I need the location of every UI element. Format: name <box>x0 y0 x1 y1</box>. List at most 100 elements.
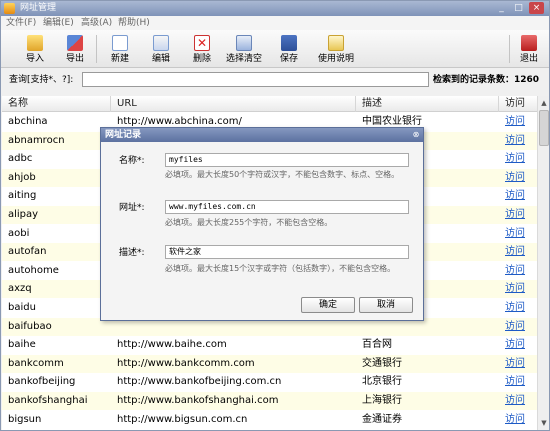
cell-url: http://www.bankofbeijing.com.cn <box>117 376 282 388</box>
edit-label: 编辑 <box>151 54 170 64</box>
visit-link[interactable]: 访问 <box>499 206 537 224</box>
dialog-title: 网址记录 <box>105 130 142 140</box>
delete-label: 删除 <box>192 54 211 64</box>
dialog-close-icon[interactable]: ⊗ <box>410 129 422 141</box>
cell-name: baidu <box>8 302 36 313</box>
column-header-desc[interactable]: 描述 <box>356 96 499 112</box>
table-row[interactable]: bankofshanghai http://www.bankofshanghai.… <box>2 392 537 410</box>
toolbar-separator <box>96 35 97 63</box>
import-button[interactable]: 导入 <box>21 33 49 65</box>
cancel-button[interactable]: 取消 <box>359 297 413 313</box>
cell-name: axzq <box>8 283 32 295</box>
visit-link[interactable]: 访问 <box>499 411 537 429</box>
visit-link[interactable]: 访问 <box>499 318 537 336</box>
visit-link[interactable]: 访问 <box>499 299 537 317</box>
visit-link[interactable]: 访问 <box>499 187 537 205</box>
search-input[interactable] <box>82 72 429 87</box>
cell-name: adbc <box>8 153 33 165</box>
vertical-scrollbar[interactable]: ▲ ▼ <box>537 96 549 430</box>
import-label: 导入 <box>25 54 44 64</box>
menu-bar: 文件(F) 编辑(E) 高级(A) 帮助(H) <box>1 16 549 30</box>
column-header-url[interactable]: URL <box>111 96 356 112</box>
edit-button[interactable]: 编辑 <box>147 33 175 65</box>
help-button[interactable]: 使用说明 <box>315 33 357 65</box>
visit-link[interactable]: 访问 <box>499 132 537 150</box>
save-button[interactable]: 保存 <box>275 33 303 65</box>
cell-desc: 北京银行 <box>362 376 402 388</box>
menu-edit[interactable]: 编辑(E) <box>43 17 74 29</box>
app-window: 网址管理 _ □ × 文件(F) 编辑(E) 高级(A) 帮助(H) 导入 导出… <box>0 0 550 431</box>
floppy-disk-icon <box>281 35 297 51</box>
ok-button[interactable]: 确定 <box>301 297 355 313</box>
delete-icon: ✕ <box>194 35 210 51</box>
cell-name: abchina <box>8 116 48 127</box>
cell-desc: 上海银行 <box>362 395 402 406</box>
scroll-up-arrow-icon[interactable]: ▲ <box>539 97 549 109</box>
cell-url: http://www.baihe.com <box>117 339 227 351</box>
visit-link[interactable]: 访问 <box>499 243 537 261</box>
column-header-name[interactable]: 名称 <box>2 96 111 112</box>
scroll-down-arrow-icon[interactable]: ▼ <box>539 417 549 429</box>
table-row[interactable]: bankcomm http://www.bankcomm.com 交通银行 访问 <box>2 354 537 373</box>
select-clear-button[interactable]: 选择清空 <box>223 33 265 65</box>
visit-link[interactable]: 访问 <box>499 355 537 373</box>
window-title: 网址管理 <box>20 3 57 13</box>
minimize-button[interactable]: _ <box>494 2 509 14</box>
help-label: 使用说明 <box>317 54 354 64</box>
toolbar-separator <box>509 35 510 63</box>
url-record-dialog: 网址记录 ⊗ 名称*: myfiles 必填项。最大长度50个字符或汉字，不能包… <box>100 127 424 321</box>
cell-name: bankofshanghai <box>8 395 88 406</box>
table-row[interactable]: bigsun http://www.bigsun.com.cn 金通证券 访问 <box>2 411 537 429</box>
maximize-button[interactable]: □ <box>511 2 526 14</box>
toolbar: 导入 导出 新建 编辑 ✕ 删除 选择清空 保存 使用说明 退出 <box>1 30 549 68</box>
new-button[interactable]: 新建 <box>106 33 134 65</box>
url-field[interactable]: www.myfiles.com.cn <box>165 200 409 214</box>
menu-help[interactable]: 帮助(H) <box>118 17 150 29</box>
folder-open-icon <box>27 35 43 51</box>
table-row[interactable]: baihe http://www.baihe.com 百合网 访问 <box>2 336 537 354</box>
table-row[interactable]: bankofbeijing http://www.bankofbeijing.co… <box>2 373 537 391</box>
name-field[interactable]: myfiles <box>165 153 409 167</box>
visit-link[interactable]: 访问 <box>499 225 537 243</box>
name-field-hint: 必填项。最大长度50个字符或汉字，不能包含数字、标点、空格。 <box>165 170 400 179</box>
new-label: 新建 <box>110 54 129 64</box>
cell-name: autohome <box>8 264 59 276</box>
cell-name: abnamrocn <box>8 134 65 146</box>
scroll-thumb[interactable] <box>539 110 549 146</box>
name-field-label: 名称*: <box>119 156 145 166</box>
cell-name: autofan <box>8 246 47 258</box>
menu-file[interactable]: 文件(F) <box>6 17 36 29</box>
visit-link[interactable]: 访问 <box>499 373 537 391</box>
cell-name: aiting <box>8 190 37 202</box>
record-count: 检索到的记录条数：1260 <box>433 75 540 85</box>
visit-link[interactable]: 访问 <box>499 169 537 187</box>
cell-name: alipay <box>8 209 39 220</box>
cell-desc: 交通银行 <box>362 357 402 369</box>
cell-name: baifubao <box>8 320 52 332</box>
url-field-hint: 必填项。最大长度255个字符，不能包含空格。 <box>165 218 333 227</box>
app-logo-icon <box>4 3 15 14</box>
desc-field-label: 描述*: <box>119 248 145 258</box>
export-label: 导出 <box>65 54 84 64</box>
visit-link[interactable]: 访问 <box>499 392 537 410</box>
column-header-visit[interactable]: 访问 <box>499 96 537 112</box>
broom-icon <box>236 35 252 51</box>
cell-url: http://www.bankofshanghai.com <box>117 395 279 406</box>
menu-advanced[interactable]: 高级(A) <box>81 17 112 29</box>
visit-link[interactable]: 访问 <box>499 150 537 168</box>
visit-link[interactable]: 访问 <box>499 113 537 131</box>
visit-link[interactable]: 访问 <box>499 262 537 280</box>
visit-link[interactable]: 访问 <box>499 280 537 298</box>
table-header: 名称 URL 描述 访问 <box>2 96 537 112</box>
desc-field[interactable]: 软件之家 <box>165 245 409 259</box>
exit-label: 退出 <box>519 54 538 64</box>
cell-name: baihe <box>8 339 36 351</box>
title-bar: 网址管理 _ □ × <box>1 1 549 16</box>
exit-button[interactable]: 退出 <box>515 33 543 65</box>
close-window-button[interactable]: × <box>529 2 544 14</box>
delete-button[interactable]: ✕ 删除 <box>188 33 216 65</box>
cell-name: bankcomm <box>8 357 64 369</box>
select-clear-label: 选择清空 <box>225 54 262 64</box>
visit-link[interactable]: 访问 <box>499 336 537 354</box>
export-button[interactable]: 导出 <box>61 33 89 65</box>
